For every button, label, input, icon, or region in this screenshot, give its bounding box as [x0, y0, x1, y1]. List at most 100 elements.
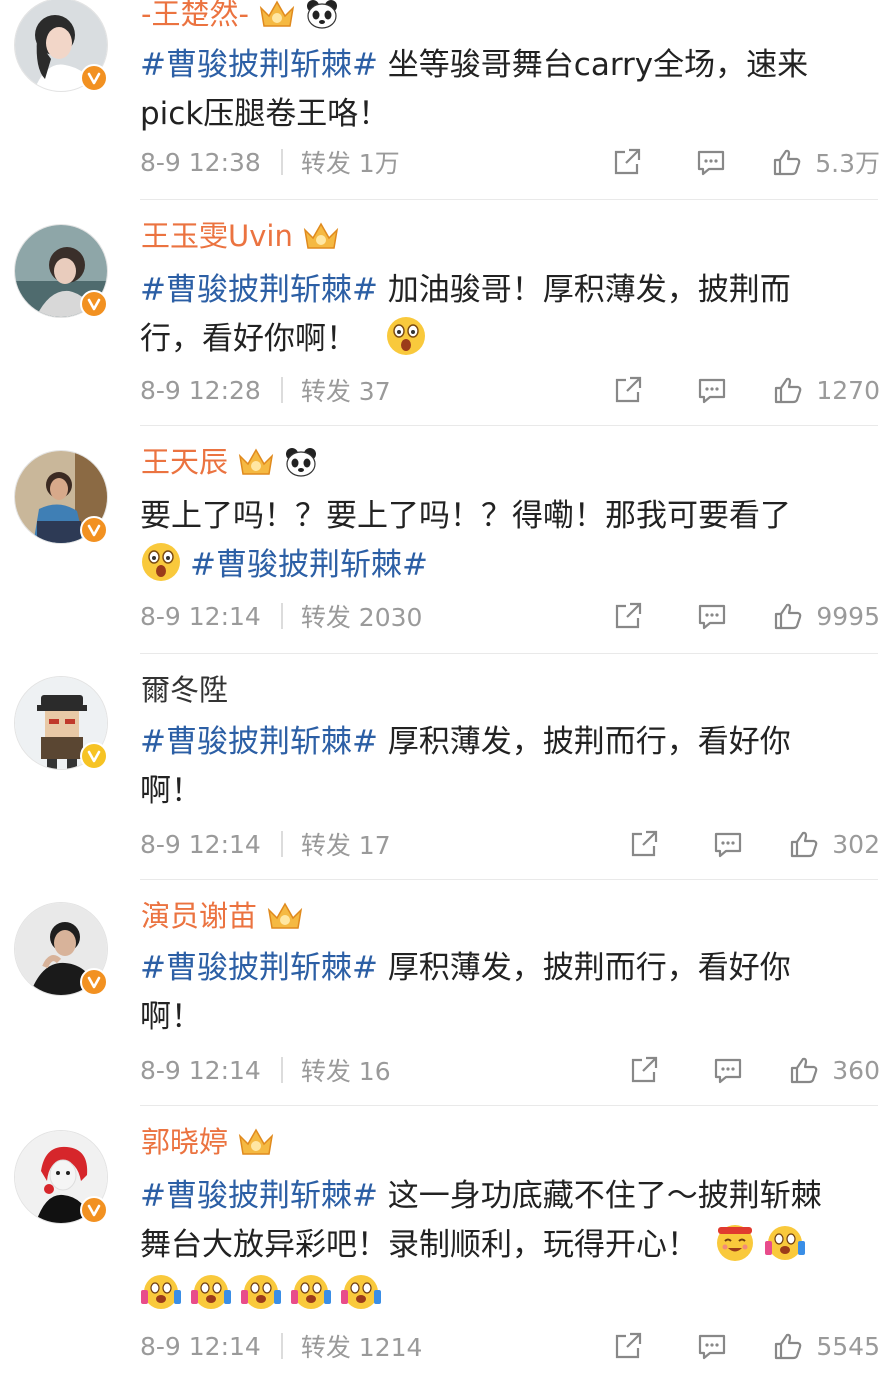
- thumbs-up-icon: [788, 1055, 820, 1085]
- comment-meta: 8-9 12:14 转发 16 360: [140, 1050, 880, 1090]
- comment-actions: 9995: [612, 601, 880, 631]
- comment-time: 8-9 12:14: [140, 829, 261, 859]
- verified-v-icon: [80, 290, 108, 318]
- comment-text: #曹骏披荆斩棘# 厚积薄发，披荆而行，看好你 啊！: [140, 718, 880, 816]
- comment-actions: 5.3万: [611, 144, 880, 180]
- comment-text: #曹骏披荆斩棘# 厚积薄发，披荆而行，看好你 啊！: [140, 944, 880, 1042]
- comment-item: 演员谢苗 #曹骏披荆斩棘# 厚积薄发，披荆而行，看好你 啊！ 8-9 12:14…: [0, 880, 888, 1106]
- scream-emoji: [385, 315, 427, 357]
- hashtag-link[interactable]: #曹骏披荆斩棘#: [140, 272, 378, 308]
- crown-icon: [301, 220, 341, 252]
- user-name[interactable]: 王天辰: [141, 442, 228, 482]
- meta-divider: [280, 377, 283, 403]
- like-button[interactable]: 5.3万: [771, 144, 880, 180]
- repost-count: 转发 37: [300, 377, 391, 406]
- hashtag-link[interactable]: #曹骏披荆斩棘#: [140, 724, 378, 760]
- cheer-emoji: [190, 1270, 232, 1312]
- comment-actions: 302: [628, 829, 880, 859]
- repost-count: 转发 17: [300, 831, 391, 860]
- meta-divider: [280, 831, 283, 857]
- avatar[interactable]: [14, 902, 108, 996]
- crown-icon: [265, 900, 305, 932]
- user-name[interactable]: 王玉雯Uvin: [141, 216, 293, 256]
- comment-actions: 1270: [612, 375, 880, 405]
- meta-divider: [280, 603, 283, 629]
- share-icon[interactable]: [628, 1055, 660, 1085]
- avatar[interactable]: [14, 450, 108, 544]
- cheer-emoji: [340, 1270, 382, 1312]
- user-name-row: 王天辰: [141, 442, 318, 482]
- comment-icon[interactable]: [712, 829, 744, 859]
- cheer-emoji: [140, 1270, 182, 1312]
- panda-icon: [284, 446, 318, 478]
- user-name[interactable]: 郭晓婷: [141, 1122, 228, 1162]
- thumbs-up-icon: [771, 147, 803, 177]
- comment-actions: 5545: [612, 1331, 880, 1361]
- avatar[interactable]: [14, 1130, 108, 1224]
- avatar[interactable]: [14, 676, 108, 770]
- like-button[interactable]: 5545: [772, 1331, 880, 1361]
- comment-text-line: 啊！: [140, 999, 202, 1035]
- user-name-row: 爾冬陞: [141, 670, 228, 710]
- comment-meta: 8-9 12:28 转发 37 1270: [140, 370, 880, 410]
- crown-icon: [236, 1126, 276, 1158]
- like-button[interactable]: 9995: [772, 601, 880, 631]
- repost-count: 转发 2030: [300, 603, 423, 632]
- comment-text-line: 这一身功底藏不住了～披荆斩棘: [377, 1178, 822, 1214]
- verified-v-icon: [80, 516, 108, 544]
- user-name[interactable]: 演员谢苗: [141, 896, 257, 936]
- like-count: 9995: [816, 601, 880, 631]
- comment-time: 8-9 12:28: [140, 375, 261, 405]
- share-icon[interactable]: [612, 601, 644, 631]
- comment-icon[interactable]: [696, 375, 728, 405]
- meta-divider: [280, 1333, 283, 1359]
- comment-icon[interactable]: [695, 147, 727, 177]
- hashtag-link[interactable]: #曹骏披荆斩棘#: [190, 547, 428, 583]
- thumbs-up-icon: [772, 375, 804, 405]
- like-count: 1270: [816, 375, 880, 405]
- comment-icon[interactable]: [696, 1331, 728, 1361]
- user-name[interactable]: 爾冬陞: [141, 670, 228, 710]
- panda-icon: [305, 0, 339, 30]
- comment-meta: 8-9 12:14 转发 2030 9995: [140, 596, 880, 636]
- share-icon[interactable]: [612, 1331, 644, 1361]
- share-icon[interactable]: [611, 147, 643, 177]
- hashtag-link[interactable]: #曹骏披荆斩棘#: [140, 1178, 378, 1214]
- verified-v-icon: [80, 968, 108, 996]
- cheer-emoji: [240, 1270, 282, 1312]
- meta-divider: [280, 149, 283, 175]
- comment-time: 8-9 12:14: [140, 601, 261, 631]
- comment-item: 王天辰 要上了吗！？要上了吗！？得嘞！那我可要看了 #曹骏披荆斩棘# 8-9 1…: [0, 426, 888, 654]
- verified-v-icon: [80, 742, 108, 770]
- like-button[interactable]: 302: [788, 829, 880, 859]
- comment-icon[interactable]: [696, 601, 728, 631]
- user-name-row: 王玉雯Uvin: [141, 216, 341, 256]
- share-icon[interactable]: [612, 375, 644, 405]
- cheer-emoji: [290, 1270, 332, 1312]
- like-count: 5.3万: [815, 149, 880, 178]
- like-button[interactable]: 1270: [772, 375, 880, 405]
- user-name-row: 演员谢苗: [141, 896, 305, 936]
- avatar[interactable]: [14, 0, 108, 92]
- comment-item: -王楚然- #曹骏披荆斩棘# 坐等骏哥舞台carry全场，速来 pick压腿卷王…: [0, 0, 888, 200]
- user-name[interactable]: -王楚然-: [141, 0, 249, 34]
- comment-time: 8-9 12:14: [140, 1331, 261, 1361]
- comment-time: 8-9 12:14: [140, 1055, 261, 1085]
- comment-icon[interactable]: [712, 1055, 744, 1085]
- like-count: 5545: [816, 1331, 880, 1361]
- comment-text: #曹骏披荆斩棘# 这一身功底藏不住了～披荆斩棘 舞台大放异彩吧！录制顺利，玩得开…: [140, 1172, 880, 1319]
- thumbs-up-icon: [772, 1331, 804, 1361]
- repost-count: 转发 1万: [300, 149, 400, 178]
- thumbs-up-icon: [772, 601, 804, 631]
- comment-text-line: 加油骏哥！厚积薄发，披荆而: [377, 272, 791, 308]
- comment-feed: -王楚然- #曹骏披荆斩棘# 坐等骏哥舞台carry全场，速来 pick压腿卷王…: [0, 0, 888, 1378]
- hashtag-link[interactable]: #曹骏披荆斩棘#: [140, 47, 378, 83]
- hashtag-link[interactable]: #曹骏披荆斩棘#: [140, 950, 378, 986]
- comment-time: 8-9 12:38: [140, 147, 261, 177]
- comment-text-line: pick压腿卷王咯！: [140, 96, 390, 132]
- share-icon[interactable]: [628, 829, 660, 859]
- avatar[interactable]: [14, 224, 108, 318]
- like-button[interactable]: 360: [788, 1055, 880, 1085]
- comment-text-line: 要上了吗！？要上了吗！？得嘞！那我可要看了: [140, 498, 791, 534]
- repost-count: 转发 16: [300, 1057, 391, 1086]
